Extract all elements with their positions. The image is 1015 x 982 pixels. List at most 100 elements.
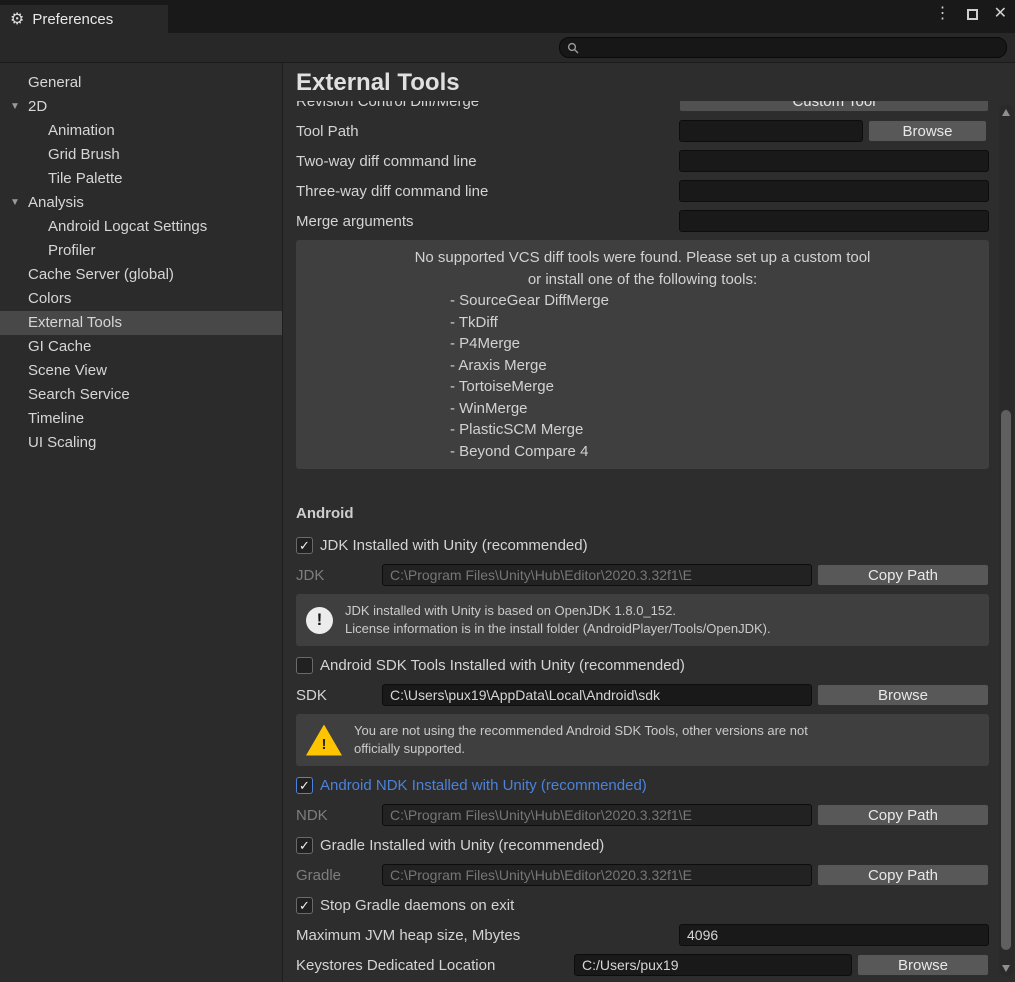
jdk-info-box: ! JDK installed with Unity is based on O… xyxy=(296,594,989,646)
sdk-installed-row: ✓ Android SDK Tools Installed with Unity… xyxy=(296,654,989,676)
vcs-tool-item: - TkDiff xyxy=(450,312,979,334)
jdk-path-input xyxy=(382,564,812,586)
jdk-installed-row: ✓ JDK Installed with Unity (recommended) xyxy=(296,534,989,556)
sdk-path-row: SDK Browse xyxy=(296,684,989,706)
sidebar-item-colors[interactable]: Colors xyxy=(0,287,282,311)
three-way-diff-input[interactable] xyxy=(679,180,989,202)
search-toolbar xyxy=(0,33,1015,63)
vcs-tools-notice: No supported VCS diff tools were found. … xyxy=(296,240,989,469)
revision-control-diff-merge-row: Revision Control Diff/Merge Custom Tool xyxy=(296,101,989,112)
revision-control-label: Revision Control Diff/Merge xyxy=(296,101,674,110)
sdk-warning-text: You are not using the recommended Androi… xyxy=(354,722,808,758)
sidebar-item-scene-view[interactable]: Scene View xyxy=(0,359,282,383)
sidebar-item-analysis[interactable]: ▼ Analysis xyxy=(0,191,282,215)
ndk-path-input xyxy=(382,804,812,826)
window-title: Preferences xyxy=(32,11,113,28)
sidebar-item-ui-scaling[interactable]: UI Scaling xyxy=(0,431,282,455)
check-icon: ✓ xyxy=(299,899,310,912)
ndk-path-row: NDK Copy Path xyxy=(296,804,989,826)
vcs-notice-line: or install one of the following tools: xyxy=(306,269,979,291)
keystores-browse-button[interactable]: Browse xyxy=(857,954,989,976)
sidebar-item-general[interactable]: General xyxy=(0,71,282,95)
merge-arguments-label: Merge arguments xyxy=(296,213,674,230)
gradle-installed-row: ✓ Gradle Installed with Unity (recommend… xyxy=(296,834,989,856)
sidebar-item-timeline[interactable]: Timeline xyxy=(0,407,282,431)
gradle-installed-label: Gradle Installed with Unity (recommended… xyxy=(320,837,604,854)
sidebar-item-label: UI Scaling xyxy=(28,434,96,451)
revision-merge-dropdown[interactable]: Custom Tool xyxy=(679,101,989,112)
sidebar-item-label: Colors xyxy=(28,290,71,307)
gradle-path-label: Gradle xyxy=(296,867,377,884)
jvm-heap-input[interactable] xyxy=(679,924,989,946)
search-icon xyxy=(567,42,579,54)
sidebar-item-label: Analysis xyxy=(28,194,84,211)
sidebar-item-tile-palette[interactable]: Tile Palette xyxy=(0,167,282,191)
sidebar-item-2d[interactable]: ▼ 2D xyxy=(0,95,282,119)
keystores-location-row: Keystores Dedicated Location Browse xyxy=(296,954,989,976)
vcs-tool-item: - Araxis Merge xyxy=(450,355,979,377)
merge-arguments-input[interactable] xyxy=(679,210,989,232)
sdk-path-input[interactable] xyxy=(382,684,812,706)
stop-gradle-daemons-label: Stop Gradle daemons on exit xyxy=(320,897,514,914)
stop-gradle-daemons-checkbox[interactable]: ✓ xyxy=(296,897,313,914)
info-icon: ! xyxy=(306,607,333,634)
foldout-open-icon[interactable]: ▼ xyxy=(10,95,20,119)
foldout-open-icon[interactable]: ▼ xyxy=(10,191,20,215)
gradle-path-input xyxy=(382,864,812,886)
menu-icon[interactable]: ⋮ xyxy=(935,6,951,22)
keystores-location-input[interactable] xyxy=(574,954,852,976)
vcs-tools-list: - SourceGear DiffMerge - TkDiff - P4Merg… xyxy=(450,290,979,462)
preferences-tab[interactable]: ⚙ Preferences xyxy=(0,5,168,33)
gradle-installed-checkbox[interactable]: ✓ xyxy=(296,837,313,854)
vcs-tool-item: - Beyond Compare 4 xyxy=(450,441,979,463)
ndk-copy-path-button[interactable]: Copy Path xyxy=(817,804,989,826)
vcs-tool-item: - SourceGear DiffMerge xyxy=(450,290,979,312)
sidebar-item-search-service[interactable]: Search Service xyxy=(0,383,282,407)
vertical-scrollbar[interactable] xyxy=(999,105,1014,976)
sdk-installed-checkbox[interactable]: ✓ xyxy=(296,657,313,674)
check-icon: ✓ xyxy=(299,539,310,552)
tool-path-browse-button[interactable]: Browse xyxy=(868,120,987,142)
tool-path-row: Tool Path Browse xyxy=(296,120,989,142)
sdk-warning-line: You are not using the recommended Androi… xyxy=(354,723,808,738)
scrollbar-thumb[interactable] xyxy=(1001,410,1011,950)
sidebar-item-cache-server[interactable]: Cache Server (global) xyxy=(0,263,282,287)
jdk-info-line: License information is in the install fo… xyxy=(345,621,771,636)
search-box[interactable] xyxy=(559,37,1007,58)
sidebar-item-label: Animation xyxy=(48,122,115,139)
scroll-down-icon[interactable] xyxy=(1002,965,1010,972)
gradle-copy-path-button[interactable]: Copy Path xyxy=(817,864,989,886)
sdk-path-label: SDK xyxy=(296,687,377,704)
scroll-up-icon[interactable] xyxy=(1002,109,1010,116)
sdk-warning-box: ! You are not using the recommended Andr… xyxy=(296,714,989,766)
sidebar-item-android-logcat-settings[interactable]: Android Logcat Settings xyxy=(0,215,282,239)
maximize-icon[interactable] xyxy=(967,9,978,20)
ndk-installed-checkbox[interactable]: ✓ xyxy=(296,777,313,794)
vcs-tool-item: - P4Merge xyxy=(450,333,979,355)
window-controls: ⋮ ✕ xyxy=(935,6,1007,22)
jdk-installed-checkbox[interactable]: ✓ xyxy=(296,537,313,554)
sidebar-item-gi-cache[interactable]: GI Cache xyxy=(0,335,282,359)
close-icon[interactable]: ✕ xyxy=(994,6,1007,22)
search-input[interactable] xyxy=(584,40,999,55)
sdk-browse-button[interactable]: Browse xyxy=(817,684,989,706)
settings-scroll-area[interactable]: Revision Control Diff/Merge Custom Tool … xyxy=(283,101,1015,982)
sidebar-item-profiler[interactable]: Profiler xyxy=(0,239,282,263)
tool-path-input[interactable] xyxy=(679,120,863,142)
sidebar-item-label: General xyxy=(28,74,81,91)
gear-icon: ⚙ xyxy=(10,9,24,29)
sidebar-item-label: GI Cache xyxy=(28,338,91,355)
sidebar-item-external-tools[interactable]: External Tools xyxy=(0,311,282,335)
jdk-installed-label: JDK Installed with Unity (recommended) xyxy=(320,537,588,554)
jdk-copy-path-button[interactable]: Copy Path xyxy=(817,564,989,586)
sidebar-item-animation[interactable]: Animation xyxy=(0,119,282,143)
two-way-diff-input[interactable] xyxy=(679,150,989,172)
window-titlebar: ⚙ Preferences ⋮ ✕ xyxy=(0,0,1015,33)
dropdown-value: Custom Tool xyxy=(792,101,875,110)
sidebar-item-label: Grid Brush xyxy=(48,146,120,163)
sidebar-item-grid-brush[interactable]: Grid Brush xyxy=(0,143,282,167)
sidebar-item-label: 2D xyxy=(28,98,47,115)
external-tools-panel: External Tools Revision Control Diff/Mer… xyxy=(283,63,1015,982)
android-section-header: Android xyxy=(296,505,989,522)
sidebar-item-label: Android Logcat Settings xyxy=(48,218,207,235)
